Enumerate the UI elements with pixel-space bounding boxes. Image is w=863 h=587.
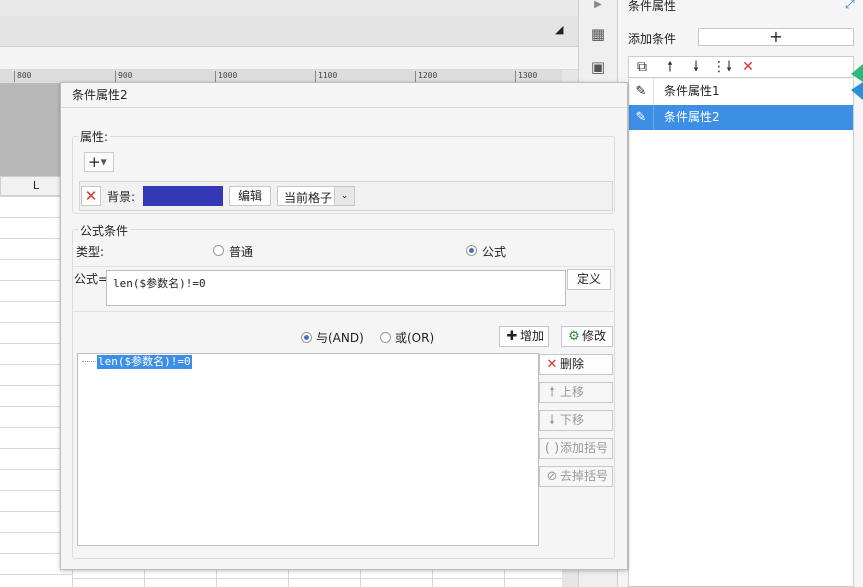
panel-title: 条件属性: [628, 0, 677, 13]
arrow-up-icon: 🠕: [549, 385, 555, 400]
sheet-grid-bottom[interactable]: [72, 568, 578, 587]
logic-and-radio[interactable]: [301, 332, 312, 343]
condition-toolbar: ⧉ 🠕 🠗 ⋮🠗 ✕: [628, 56, 854, 78]
modify-icon: ⚙: [568, 329, 580, 344]
condition-tree-item[interactable]: len($参数名)!=0: [97, 355, 192, 369]
move-up-button[interactable]: 🠕 上移: [539, 382, 613, 403]
list-item[interactable]: ✎ 条件属性2: [629, 105, 853, 130]
formula-condition-label: 公式条件: [78, 222, 131, 239]
divider: [73, 266, 614, 267]
move-bottom-icon[interactable]: ⋮🠗: [712, 58, 732, 76]
logic-and-label[interactable]: 与(AND): [316, 329, 364, 346]
dialog-title: 条件属性2: [72, 88, 128, 102]
collapse-arrow-icon[interactable]: ▶: [589, 0, 607, 14]
ruler-tick: 800: [14, 71, 31, 82]
ruler-tick: 1200: [415, 71, 437, 82]
toolbar-dropdown-icon[interactable]: ◢: [555, 23, 563, 36]
properties-label: 属性:: [78, 128, 111, 145]
list-item[interactable]: ✎ 条件属性1: [629, 79, 853, 104]
canvas-area: [0, 84, 60, 176]
define-button[interactable]: 定义: [567, 269, 611, 290]
condition-list: ✎ 条件属性1 ✎ 条件属性2: [628, 79, 854, 587]
plus-icon: +: [88, 153, 101, 171]
editor-spacer: [0, 47, 578, 69]
move-down-button[interactable]: 🠗 下移: [539, 410, 613, 431]
arrow-up-icon[interactable]: 🠕: [660, 58, 680, 76]
editor-toolbar-bar: ◢: [0, 16, 578, 47]
ruler-tick: 1300: [515, 71, 537, 82]
delete-button[interactable]: ✕ 删除: [539, 354, 613, 375]
formula-label: 公式=: [74, 272, 109, 286]
edit-pen-icon[interactable]: ✎: [629, 105, 654, 130]
delete-icon[interactable]: ✕: [738, 58, 758, 76]
chevron-down-icon: ▼: [100, 157, 107, 167]
tree-connector: [82, 361, 96, 362]
add-property-button[interactable]: +▼: [84, 152, 114, 172]
logic-or-label[interactable]: 或(OR): [395, 329, 434, 346]
list-item-label: 条件属性1: [664, 84, 720, 98]
modify-button[interactable]: ⚙ 修改: [561, 326, 613, 347]
formula-input[interactable]: len($参数名)!=0: [106, 270, 566, 306]
expand-icon[interactable]: ⤢: [845, 0, 855, 12]
modify-button-label: 修改: [582, 329, 607, 343]
add-bracket-label: 添加括号: [560, 441, 609, 455]
brackets-icon: ( ): [544, 441, 560, 456]
move-up-label: 上移: [560, 385, 585, 399]
add-condition-button[interactable]: +: [698, 28, 854, 46]
move-down-label: 下移: [560, 413, 585, 427]
background-label: 背景:: [107, 190, 136, 204]
copy-icon[interactable]: ⧉: [632, 58, 652, 76]
divider: [73, 311, 614, 312]
remove-brackets-icon: ⊘: [546, 469, 558, 484]
background-color-swatch[interactable]: [143, 186, 223, 206]
type-normal-label[interactable]: 普通: [229, 243, 253, 260]
arrow-down-icon[interactable]: 🠗: [686, 58, 706, 76]
brand-logo-icon: [851, 64, 863, 100]
remove-bracket-button[interactable]: ⊘ 去掉括号: [539, 466, 613, 487]
close-icon: ✕: [546, 357, 558, 372]
scope-value: 当前格子: [284, 191, 333, 205]
ruler-tick: 1100: [315, 71, 337, 82]
cell-properties-icon[interactable]: ▣: [589, 58, 607, 76]
add-button-label: 增加: [520, 329, 545, 343]
logic-or-radio[interactable]: [380, 332, 391, 343]
layout-grid-icon[interactable]: ▦: [589, 25, 607, 43]
add-button[interactable]: ✚ 增加: [499, 326, 549, 347]
add-condition-label: 添加条件: [628, 32, 677, 46]
editor-top-strip: [0, 0, 578, 16]
chevron-down-icon[interactable]: ⌄: [334, 187, 354, 205]
type-label: 类型:: [76, 245, 105, 259]
arrow-down-icon: 🠗: [549, 413, 555, 428]
type-formula-radio[interactable]: [466, 245, 477, 256]
plus-icon: ✚: [506, 329, 518, 344]
type-normal-radio[interactable]: [213, 245, 224, 256]
remove-bracket-label: 去掉括号: [560, 469, 609, 483]
remove-property-button[interactable]: ✕: [81, 186, 101, 206]
delete-button-label: 删除: [560, 357, 585, 371]
edit-pen-icon[interactable]: ✎: [629, 79, 654, 104]
type-formula-label[interactable]: 公式: [482, 243, 506, 260]
divider: [61, 107, 627, 108]
ruler-tick: 900: [115, 71, 132, 82]
add-bracket-button[interactable]: ( )添加括号: [539, 438, 613, 459]
condition-tree[interactable]: [77, 353, 539, 546]
edit-button[interactable]: 编辑: [229, 186, 271, 206]
scope-select[interactable]: 当前格子 ⌄: [277, 186, 355, 206]
ruler-tick: 1000: [215, 71, 237, 82]
list-item-label: 条件属性2: [664, 110, 720, 124]
